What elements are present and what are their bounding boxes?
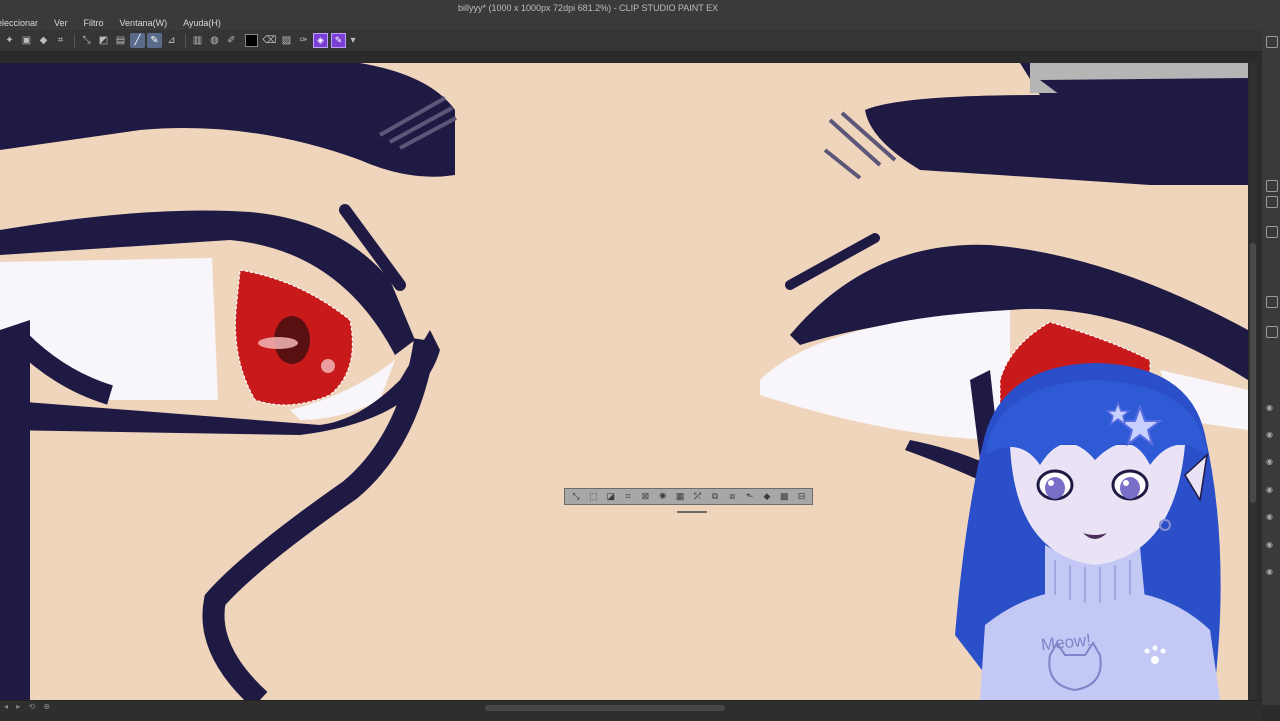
- menu-item-filter[interactable]: Filtro: [76, 18, 112, 28]
- ruler-icon[interactable]: ⊿: [164, 33, 179, 48]
- layer-visibility-icon[interactable]: ◉: [1266, 403, 1276, 412]
- layer-visibility-icon[interactable]: ◉: [1266, 457, 1276, 466]
- select-all-icon[interactable]: ⬚: [586, 490, 600, 503]
- fill-icon[interactable]: ◆: [36, 33, 51, 48]
- flip-icon[interactable]: ⊟: [795, 490, 809, 503]
- panel-icon[interactable]: [1266, 296, 1278, 308]
- title-bar: billyyy* (1000 x 1000px 72dpi 681.2%) - …: [0, 0, 1280, 16]
- active-tool-icon[interactable]: ╱: [130, 33, 145, 48]
- menu-item-window[interactable]: Ventana(W): [112, 18, 176, 28]
- copy-paste-icon[interactable]: ⧉: [708, 490, 722, 503]
- panel-icon[interactable]: [1266, 226, 1278, 238]
- layer-visibility-icon[interactable]: ◉: [1266, 540, 1276, 549]
- select-mode-icon[interactable]: ⬑: [743, 490, 757, 503]
- menu-item-view[interactable]: Ver: [46, 18, 76, 28]
- crop-icon[interactable]: ⌗: [621, 490, 635, 503]
- selection-icon[interactable]: ✦: [2, 33, 17, 48]
- eraser-icon[interactable]: ⌫: [262, 33, 277, 48]
- toolbar-divider: [185, 33, 186, 48]
- pencil-icon[interactable]: ✐: [224, 33, 239, 48]
- menu-item-help[interactable]: Ayuda(H): [175, 18, 229, 28]
- expand-icon[interactable]: ✺: [656, 490, 670, 503]
- mask-icon[interactable]: ▨: [279, 33, 294, 48]
- pen-icon[interactable]: ✎: [147, 33, 162, 48]
- toolbar-divider: [74, 33, 75, 48]
- panel-icon[interactable]: [1266, 326, 1278, 338]
- select-color-icon[interactable]: ▤: [113, 33, 128, 48]
- layer-visibility-icon[interactable]: ◉: [1266, 512, 1276, 521]
- horizontal-scrollbar-thumb[interactable]: [485, 705, 725, 711]
- layer-visibility-icon[interactable]: ◉: [1266, 567, 1276, 576]
- vtuber-avatar: Meow!: [955, 363, 1221, 700]
- shrink-icon[interactable]: ▦: [673, 490, 687, 503]
- menu-bar: eleccionar Ver Filtro Ventana(W) Ayuda(H…: [0, 16, 1280, 30]
- fill-icon[interactable]: ⤱: [691, 490, 705, 503]
- transform-icon[interactable]: ⌗: [53, 33, 68, 48]
- eyedropper-icon[interactable]: ✑: [296, 33, 311, 48]
- invert-icon[interactable]: ◩: [96, 33, 111, 48]
- transform-icon[interactable]: ⧈: [725, 490, 739, 503]
- dither-icon[interactable]: ▩: [777, 490, 791, 503]
- window-title: billyyy* (1000 x 1000px 72dpi 681.2%) - …: [458, 3, 719, 13]
- selection-launcher: ⤡ ⬚ ◪ ⌗ ⊠ ✺ ▦ ⤱ ⧉ ⧈ ⬑ ◆ ▩ ⊟: [564, 488, 813, 505]
- panel-collapse-icon[interactable]: [1266, 36, 1278, 48]
- deselect-icon[interactable]: ⤡: [79, 33, 94, 48]
- vertical-scrollbar[interactable]: [1249, 63, 1257, 700]
- invert-selection-icon[interactable]: ◪: [604, 490, 618, 503]
- purple-fill-icon[interactable]: ✎: [331, 33, 346, 48]
- doc-icon[interactable]: ▥: [190, 33, 205, 48]
- deselect-icon[interactable]: ⤡: [569, 490, 583, 503]
- settings-icon[interactable]: ◆: [760, 490, 774, 503]
- command-bar: ✦ ▣ ◆ ⌗ ⤡ ◩ ▤ ╱ ✎ ⊿ ▥ ◍ ✐ ⌫ ▨ ✑ ◈ ✎ ▾: [0, 30, 1280, 52]
- layer-property-icon[interactable]: ◍: [207, 33, 222, 48]
- layer-icon[interactable]: ▣: [19, 33, 34, 48]
- navigator-icons[interactable]: ◂ ▸ ⟲ ⊕: [4, 702, 53, 711]
- panel-icon[interactable]: [1266, 180, 1278, 192]
- menu-item-select[interactable]: eleccionar: [0, 18, 46, 28]
- clear-icon[interactable]: ⊠: [638, 490, 652, 503]
- status-bar: ◂ ▸ ⟲ ⊕: [0, 700, 1262, 721]
- panel-icon[interactable]: [1266, 196, 1278, 208]
- chevron-down-icon[interactable]: ▾: [349, 33, 357, 48]
- vertical-scrollbar-thumb[interactable]: [1250, 243, 1256, 503]
- launcher-drag-handle[interactable]: [677, 511, 707, 513]
- layer-visibility-icon[interactable]: ◉: [1266, 485, 1276, 494]
- right-dock-panel: [1262, 30, 1280, 705]
- black-color-swatch[interactable]: [245, 34, 258, 47]
- layer-visibility-icon[interactable]: ◉: [1266, 430, 1276, 439]
- texture-icon[interactable]: ◈: [313, 33, 328, 48]
